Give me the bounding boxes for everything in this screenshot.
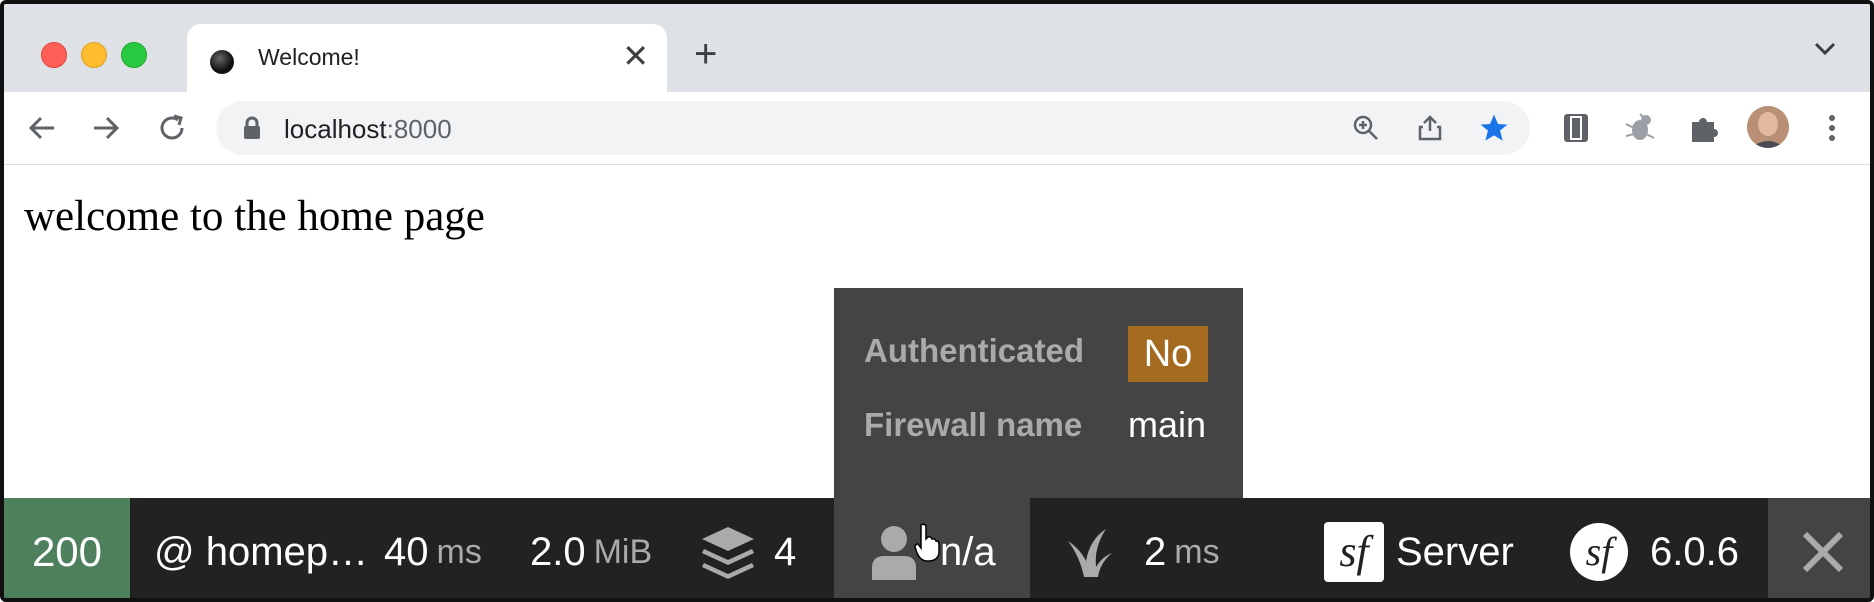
layers-icon	[702, 527, 754, 579]
new-tab-button[interactable]: +	[694, 34, 717, 74]
route-panel[interactable]: @ homep…	[154, 498, 369, 598]
profile-avatar[interactable]	[1747, 106, 1789, 148]
server-label: Server	[1396, 529, 1514, 574]
twig-time-value: 2	[1144, 529, 1167, 574]
memory-panel[interactable]: 2.0 MiB	[530, 498, 653, 598]
symfony-logo-icon: sf	[1324, 522, 1384, 582]
bug-extension-icon[interactable]	[1622, 110, 1658, 146]
debug-toolbar: 200 @ homep… 40 ms 2.0 MiB 4 n/a 2 ms sf…	[4, 498, 1870, 598]
svg-text:sf: sf	[1586, 529, 1618, 574]
memory-value: 2.0	[530, 529, 586, 574]
status-code-value: 200	[31, 528, 103, 575]
lock-icon	[244, 116, 260, 139]
back-arrow-icon[interactable]	[26, 112, 58, 144]
zoom-in-icon[interactable]	[1352, 114, 1380, 142]
firewall-name-value: main	[1128, 404, 1207, 445]
layers-count: 4	[774, 529, 797, 574]
authenticated-label: Authenticated	[864, 332, 1085, 369]
symfony-circle-logo-icon: sf	[1570, 523, 1628, 581]
minimize-window-button[interactable]	[81, 42, 107, 68]
url-host: localhost	[284, 114, 387, 144]
tab-close-icon[interactable]: ✕	[622, 38, 649, 74]
symfony-version: 6.0.6	[1650, 529, 1739, 574]
share-icon[interactable]	[1416, 114, 1444, 142]
security-panel-tab[interactable]: n/a	[834, 498, 1030, 598]
close-toolbar-button[interactable]	[1768, 498, 1870, 598]
twig-panel[interactable]: 2 ms	[1066, 498, 1220, 598]
extensions-puzzle-icon[interactable]	[1686, 110, 1722, 146]
time-panel[interactable]: 40 ms	[384, 498, 482, 598]
twig-time-unit: ms	[1174, 532, 1220, 571]
status-code-badge[interactable]: 200	[4, 498, 130, 598]
bookmark-star-icon[interactable]	[1478, 112, 1510, 144]
browser-window: Welcome! ✕ + localhost:8000 welcome to t…	[0, 0, 1874, 602]
user-value: n/a	[940, 529, 996, 574]
authenticated-status-badge: No	[1128, 326, 1208, 382]
address-bar[interactable]: localhost:8000	[216, 101, 1530, 155]
memory-unit: MiB	[593, 532, 653, 571]
url-port: :8000	[386, 114, 452, 144]
kebab-menu-icon[interactable]	[1814, 110, 1850, 146]
security-panel-popup: Authenticated No Firewall name main	[834, 288, 1243, 498]
tab-strip: Welcome! ✕ +	[4, 4, 1870, 92]
pointer-cursor-icon	[914, 523, 940, 562]
server-panel[interactable]: sf Server	[1324, 498, 1514, 598]
layers-panel[interactable]: 4	[700, 498, 797, 598]
page-heading: welcome to the home page	[24, 193, 485, 240]
svg-text:sf: sf	[1339, 527, 1374, 576]
route-name: @ homep…	[154, 529, 369, 574]
time-value: 40	[384, 529, 429, 574]
user-icon	[872, 526, 916, 580]
firewall-name-label: Firewall name	[864, 406, 1083, 443]
reload-icon[interactable]	[156, 112, 188, 144]
chevron-down-icon[interactable]	[1814, 42, 1836, 56]
tab-welcome[interactable]: Welcome! ✕	[187, 24, 667, 92]
twig-icon	[1068, 529, 1112, 577]
maximize-window-button[interactable]	[121, 42, 147, 68]
browser-toolbar: localhost:8000	[4, 92, 1870, 165]
url-text: localhost:8000	[284, 114, 452, 145]
symfony-version-panel[interactable]: sf 6.0.6	[1570, 498, 1739, 598]
tab-title: Welcome!	[258, 44, 360, 70]
time-unit: ms	[436, 532, 482, 571]
close-icon	[1802, 531, 1844, 573]
favicon-icon	[210, 50, 234, 74]
close-window-button[interactable]	[41, 42, 67, 68]
device-toolbar-icon[interactable]	[1558, 110, 1594, 146]
forward-arrow-icon[interactable]	[90, 112, 122, 144]
profile-photo-icon	[1747, 106, 1789, 148]
